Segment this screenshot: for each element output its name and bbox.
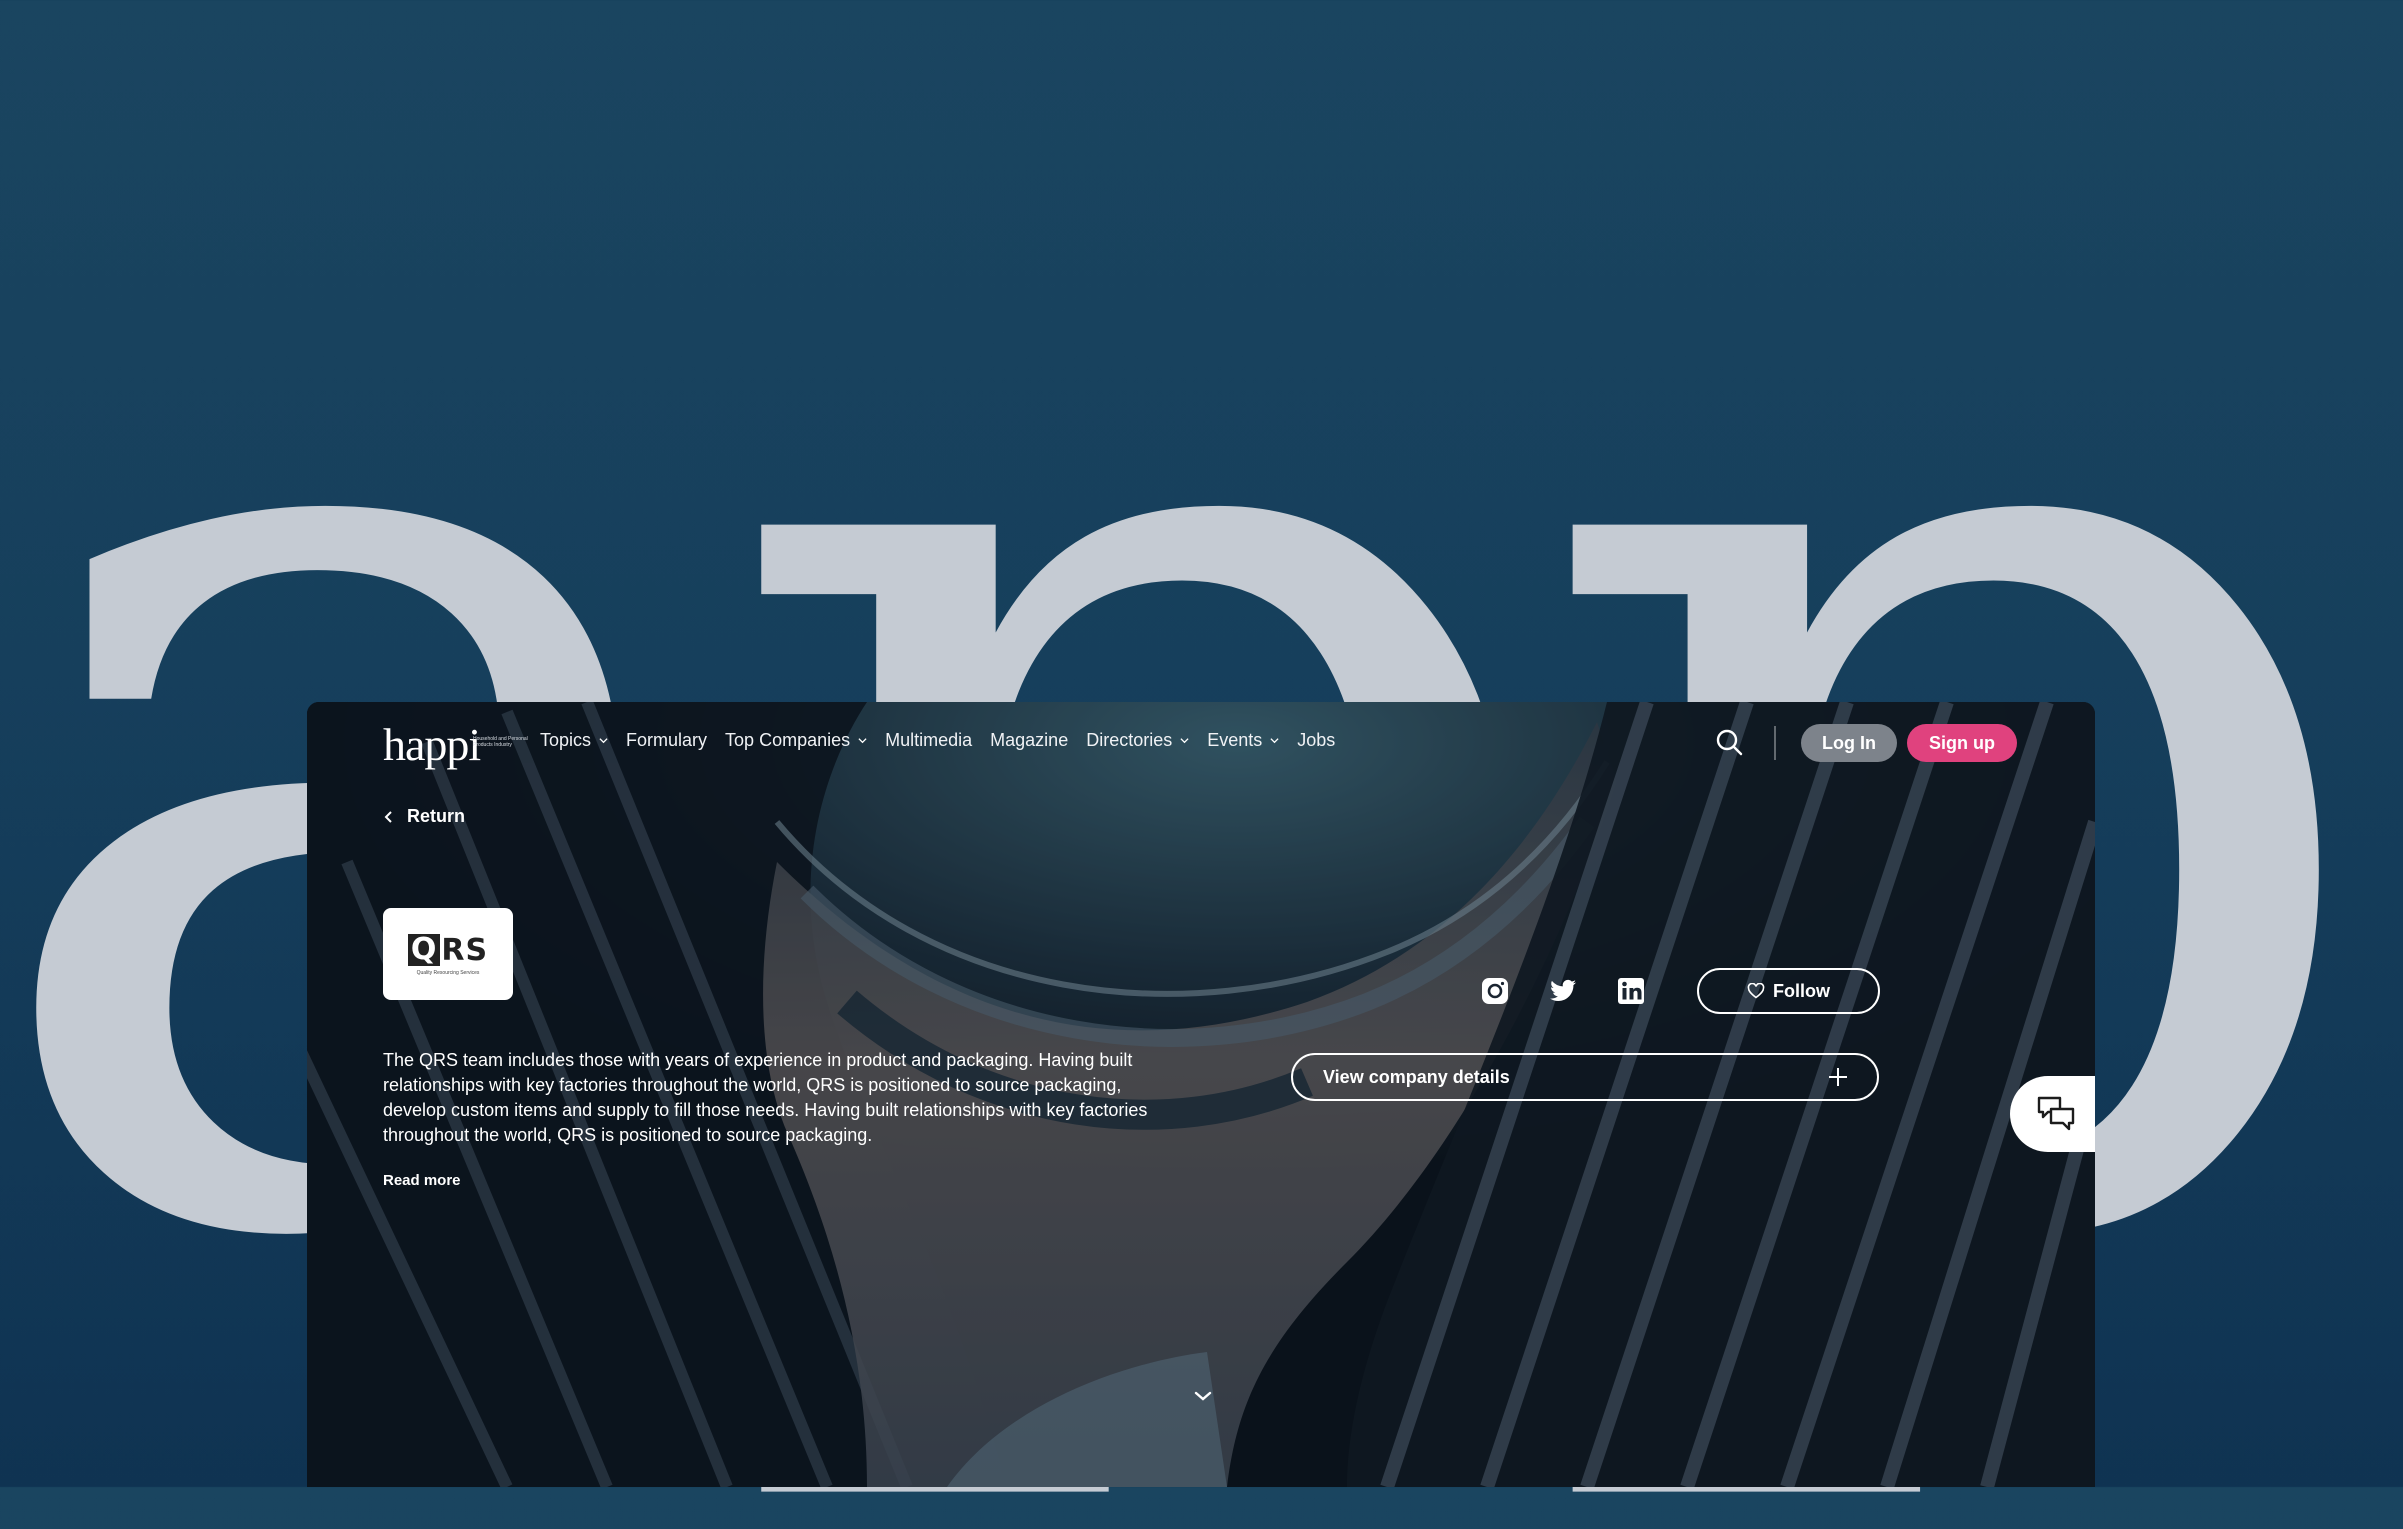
search-icon[interactable]: [1715, 728, 1743, 756]
nav-item-label: Directories: [1086, 730, 1173, 750]
chat-button[interactable]: [2010, 1076, 2095, 1152]
company-logo: Q RS Quality Resourcing Services: [383, 908, 513, 1000]
logo-tagline: Household and Personal Products Industry: [473, 736, 528, 748]
nav-item-label: Multimedia: [885, 730, 973, 750]
instagram-icon[interactable]: [1481, 977, 1509, 1005]
login-button[interactable]: Log In: [1801, 724, 1897, 762]
qrs-logo-q: Q: [407, 934, 441, 966]
nav-item-label: Topics: [540, 730, 592, 750]
details-label: View company details: [1323, 1066, 1510, 1087]
chevron-down-icon: [1270, 738, 1279, 744]
linkedin-icon[interactable]: [1617, 977, 1645, 1005]
nav-item-formulary[interactable]: Formulary: [626, 730, 707, 751]
plus-icon: [1829, 1068, 1847, 1086]
company-logo-tagline: Quality Resourcing Services: [416, 969, 480, 976]
top-navigation: happi Household and Personal Products In…: [307, 702, 2095, 782]
chevron-down-icon[interactable]: [1191, 1384, 1215, 1408]
nav-item-magazine[interactable]: Magazine: [990, 730, 1068, 751]
company-description: The QRS team includes those with years o…: [383, 1050, 1148, 1145]
chat-bubbles-icon: [2037, 1096, 2075, 1131]
nav-item-topics[interactable]: Topics: [540, 730, 608, 751]
chevron-down-icon: [599, 738, 608, 744]
nav-divider: [1774, 726, 1776, 760]
return-link[interactable]: Return: [383, 806, 465, 827]
nav-item-label: Magazine: [990, 730, 1069, 750]
nav-item-top-companies[interactable]: Top Companies: [725, 730, 867, 751]
nav-item-directories[interactable]: Directories: [1086, 730, 1189, 751]
chevron-left-icon: [384, 810, 392, 823]
twitter-icon[interactable]: [1549, 977, 1577, 1005]
nav-item-label: Formulary: [626, 730, 708, 750]
nav-item-multimedia[interactable]: Multimedia: [885, 730, 972, 751]
read-more-link[interactable]: Read more: [383, 1172, 461, 1189]
heart-icon: [1747, 983, 1765, 999]
chevron-down-icon: [858, 738, 867, 744]
chevron-down-icon: [1180, 738, 1189, 744]
follow-label: Follow: [1773, 980, 1830, 1001]
signup-button[interactable]: Sign up: [1907, 724, 2017, 762]
nav-item-label: Top Companies: [725, 730, 851, 750]
nav-item-label: Events: [1207, 730, 1263, 750]
browser-window: happi Household and Personal Products In…: [307, 702, 2095, 1487]
view-company-details-button[interactable]: View company details: [1291, 1053, 1879, 1101]
nav-item-label: Jobs: [1297, 730, 1336, 750]
return-label: Return: [407, 806, 465, 826]
nav-item-events[interactable]: Events: [1207, 730, 1279, 751]
happi-logo[interactable]: happi Household and Personal Products In…: [383, 718, 528, 771]
qrs-logo-text: RS: [441, 932, 489, 968]
follow-button[interactable]: Follow: [1697, 968, 1880, 1014]
nav-menu: Topics Formulary Top Companies Multimedi…: [540, 730, 1353, 751]
nav-item-jobs[interactable]: Jobs: [1297, 730, 1335, 751]
